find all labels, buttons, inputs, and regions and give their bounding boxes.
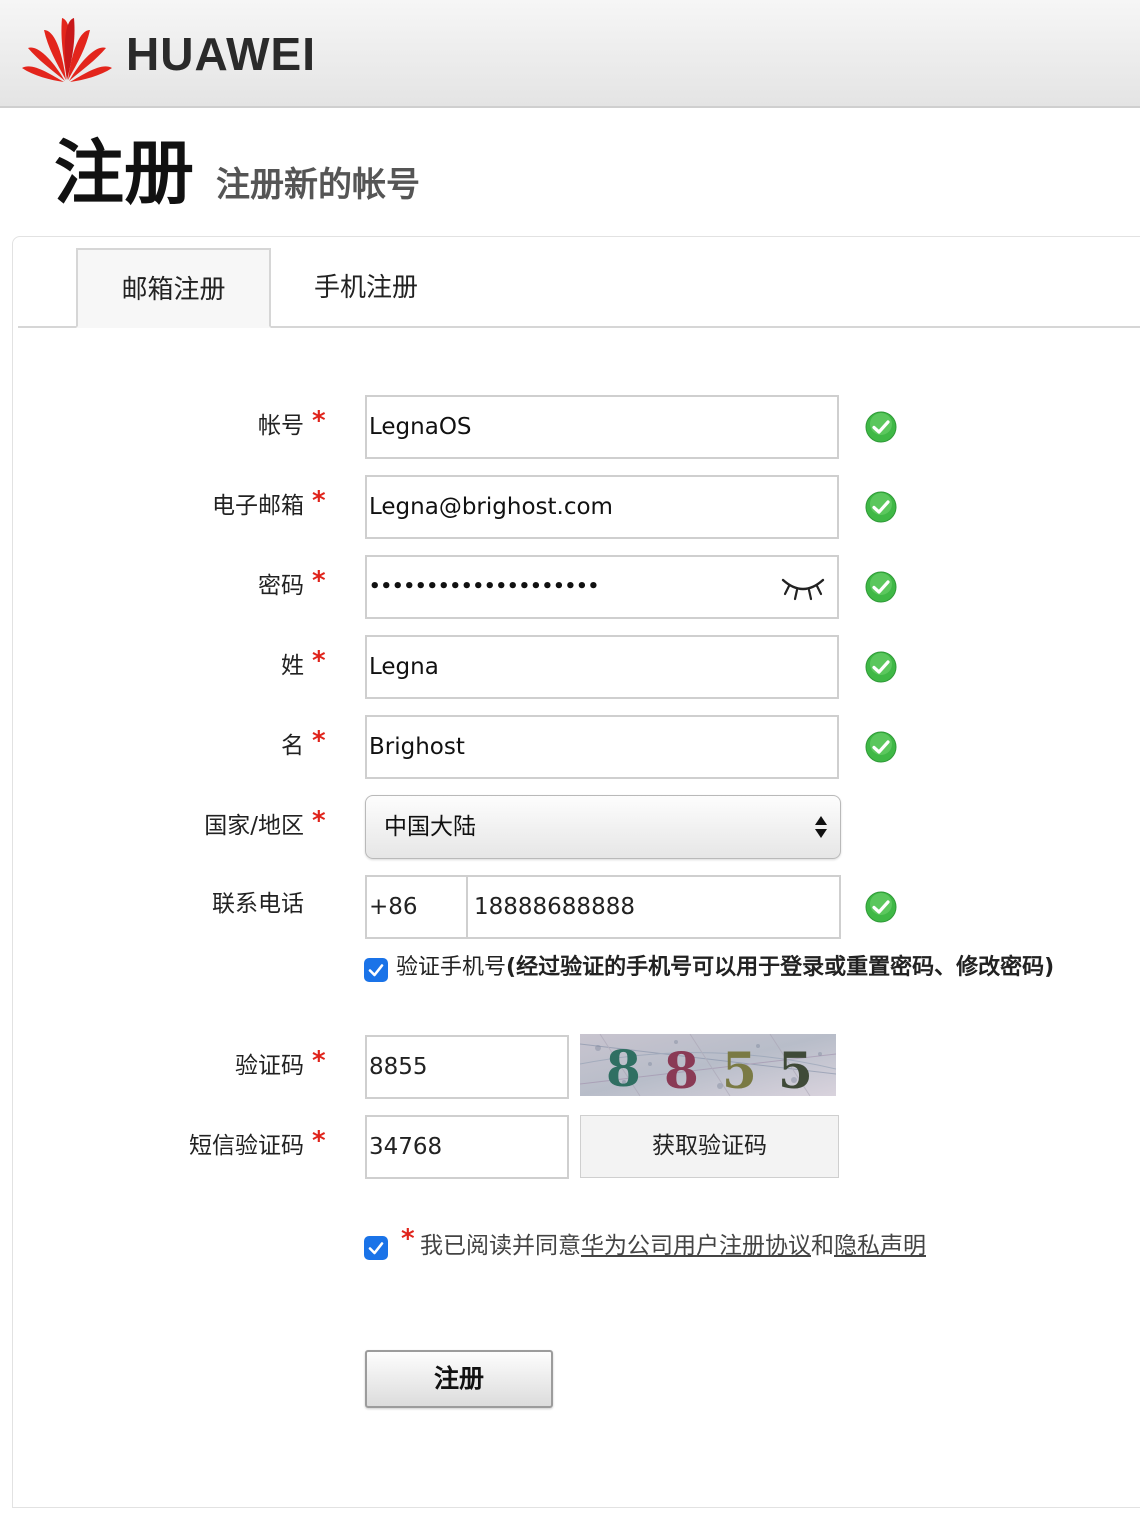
sms-code-input[interactable]: 34768 [365,1115,569,1179]
eye-closed-icon[interactable] [779,570,827,602]
get-sms-code-button[interactable]: 获取验证码 [580,1115,839,1178]
first-name-label: 名 [281,733,304,759]
user-agreement-link[interactable]: 华为公司用户注册协议 [581,1233,811,1259]
captcha-char: 8 [664,1041,699,1096]
required-star: * [401,1224,415,1254]
select-arrows-icon [815,816,827,838]
account-input[interactable]: LegnaOS [365,395,839,459]
country-label: 国家/地区 [204,813,304,839]
email-value: Legna@brighost.com [369,494,613,520]
required-star: * [312,1046,326,1076]
tab-phone-register[interactable]: 手机注册 [286,248,446,328]
valid-check-icon [865,571,897,603]
captcha-value: 8855 [369,1054,428,1080]
password-label: 密码 [258,573,304,599]
captcha-label: 验证码 [235,1053,304,1079]
required-star: * [312,406,326,436]
agreement-text: 我已阅读并同意华为公司用户注册协议和隐私声明 [420,1228,926,1264]
tab-email-register[interactable]: 邮箱注册 [76,248,271,328]
valid-check-icon [865,651,897,683]
verify-phone-note: (经过验证的手机号可以用于登录或重置密码、修改密码) [506,955,1055,980]
verify-phone-text: 验证手机号(经过验证的手机号可以用于登录或重置密码、修改密码) [396,950,1054,986]
privacy-statement-link[interactable]: 隐私声明 [834,1233,926,1259]
captcha-char: 5 [722,1041,757,1096]
sms-code-label: 短信验证码 [189,1133,304,1159]
valid-check-icon [865,731,897,763]
phone-value: 18888688888 [474,894,635,920]
agreement-prefix: 我已阅读并同意 [420,1233,581,1259]
email-input[interactable]: Legna@brighost.com [365,475,839,539]
agreement-and: 和 [811,1233,834,1259]
password-input[interactable]: •••••••••••••••••••• [365,555,839,619]
first-name-input[interactable]: Brighost [365,715,839,779]
last-name-input[interactable]: Legna [365,635,839,699]
sms-code-value: 34768 [369,1134,443,1160]
huawei-logo-icon [22,18,112,82]
page-title: 注册 [54,132,194,214]
required-star: * [312,646,326,676]
country-code-value: +86 [369,894,418,920]
country-code-field[interactable]: +86 [365,875,468,939]
last-name-label: 姓 [281,653,304,679]
agreement-checkbox[interactable] [364,1236,388,1260]
account-label: 帐号 [258,413,304,439]
captcha-image[interactable]: 8 8 5 5 [580,1034,836,1096]
captcha-char: 5 [778,1041,813,1096]
email-label: 电子邮箱 [212,493,304,519]
captcha-char: 8 [606,1039,641,1096]
first-name-value: Brighost [369,734,465,760]
valid-check-icon [865,491,897,523]
captcha-input[interactable]: 8855 [365,1035,569,1099]
required-star: * [312,806,326,836]
required-star: * [312,726,326,756]
top-header-bar: HUAWEI [0,0,1140,108]
password-value: •••••••••••••••••••• [369,576,600,597]
verify-phone-label: 验证手机号 [396,955,507,980]
phone-input[interactable]: 18888688888 [466,875,841,939]
last-name-value: Legna [369,654,439,680]
required-star: * [312,1126,326,1156]
required-star: * [312,566,326,596]
checkmark-icon [368,964,384,977]
account-value: LegnaOS [369,414,472,440]
required-star: * [312,486,326,516]
verify-phone-checkbox[interactable] [364,958,388,982]
country-select[interactable]: 中国大陆 [365,795,841,859]
brand-name: HUAWEI [126,28,316,80]
valid-check-icon [865,891,897,923]
country-selected-value: 中国大陆 [384,814,476,840]
phone-label: 联系电话 [212,891,304,917]
page-subtitle: 注册新的帐号 [216,165,420,205]
valid-check-icon [865,411,897,443]
checkmark-icon [368,1242,384,1255]
register-submit-button[interactable]: 注册 [365,1350,553,1408]
